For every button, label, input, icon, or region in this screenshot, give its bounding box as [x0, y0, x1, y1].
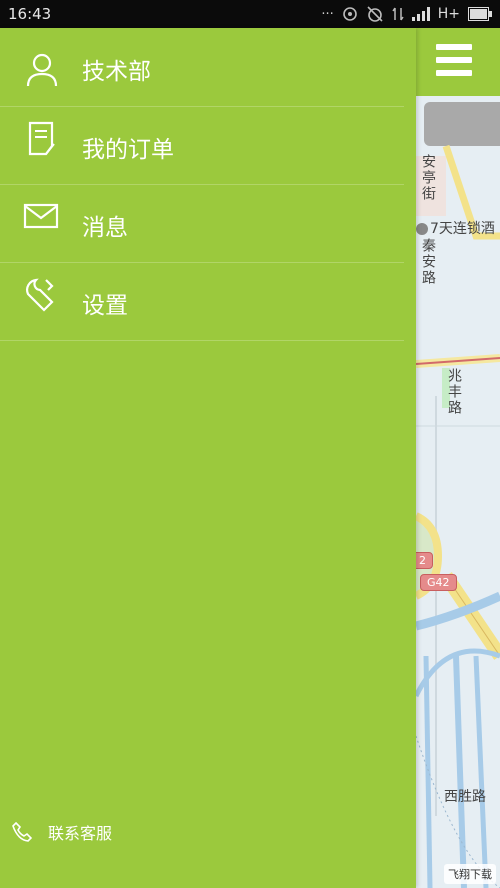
hotel-icon — [416, 223, 428, 235]
status-icons: ··· H+ — [321, 5, 492, 23]
user-icon — [26, 53, 58, 87]
battery-icon — [468, 7, 492, 21]
road-badge: 2 — [416, 552, 433, 569]
settings-wrench-icon — [26, 278, 54, 312]
network-type: H+ — [437, 6, 460, 22]
road-badge: G42 — [420, 574, 457, 591]
divider — [0, 262, 404, 263]
menu-bar-line — [436, 70, 472, 76]
map-label: 西胜路 — [444, 789, 486, 805]
contact-support-label: 联系客服 — [48, 824, 113, 843]
contact-support-link[interactable]: 联系客服 — [10, 820, 112, 844]
divider — [0, 106, 404, 107]
alarm-off-icon — [366, 5, 384, 23]
drawer-item-department[interactable]: 技术部 — [0, 30, 404, 107]
map-view[interactable]: 安亭街 7天连锁酒 秦安路 兆丰路 2 G42 西胜路 飞翔下载 — [416, 96, 500, 888]
drawer-item-label: 技术部 — [82, 58, 151, 85]
map-label: 7天连锁酒 — [416, 218, 495, 238]
drawer-item-settings[interactable]: 设置 — [0, 264, 404, 341]
divider — [0, 184, 404, 185]
order-list-icon — [28, 121, 55, 156]
map-label: 安亭街 — [420, 154, 436, 202]
hamburger-menu-button[interactable] — [436, 44, 472, 76]
drawer-item-messages[interactable]: 消息 — [0, 186, 404, 263]
menu-bar-line — [436, 57, 472, 63]
message-envelope-icon — [23, 203, 59, 229]
map-label: 秦安路 — [420, 238, 436, 286]
watermark: 飞翔下载 — [444, 864, 496, 884]
status-bar: 16:43 ··· H+ — [0, 0, 500, 28]
phone-icon — [12, 821, 33, 842]
more-dots-icon: ··· — [321, 6, 334, 22]
data-transfer-icon — [392, 6, 404, 22]
navigation-drawer: 技术部 我的订单 消息 设置 联系客服 — [0, 28, 416, 888]
map-poi-label: 7天连锁酒 — [430, 221, 495, 237]
divider — [0, 340, 404, 341]
signal-icon — [411, 7, 430, 21]
sync-icon — [342, 6, 358, 22]
menu-bar-line — [436, 44, 472, 50]
drawer-item-label: 设置 — [82, 292, 128, 319]
drawer-item-label: 消息 — [82, 214, 128, 241]
map-label: 兆丰路 — [446, 368, 462, 416]
map-roads — [416, 144, 500, 888]
drawer-item-my-orders[interactable]: 我的订单 — [0, 108, 404, 185]
drawer-item-label: 我的订单 — [82, 136, 174, 163]
status-time: 16:43 — [8, 5, 52, 23]
